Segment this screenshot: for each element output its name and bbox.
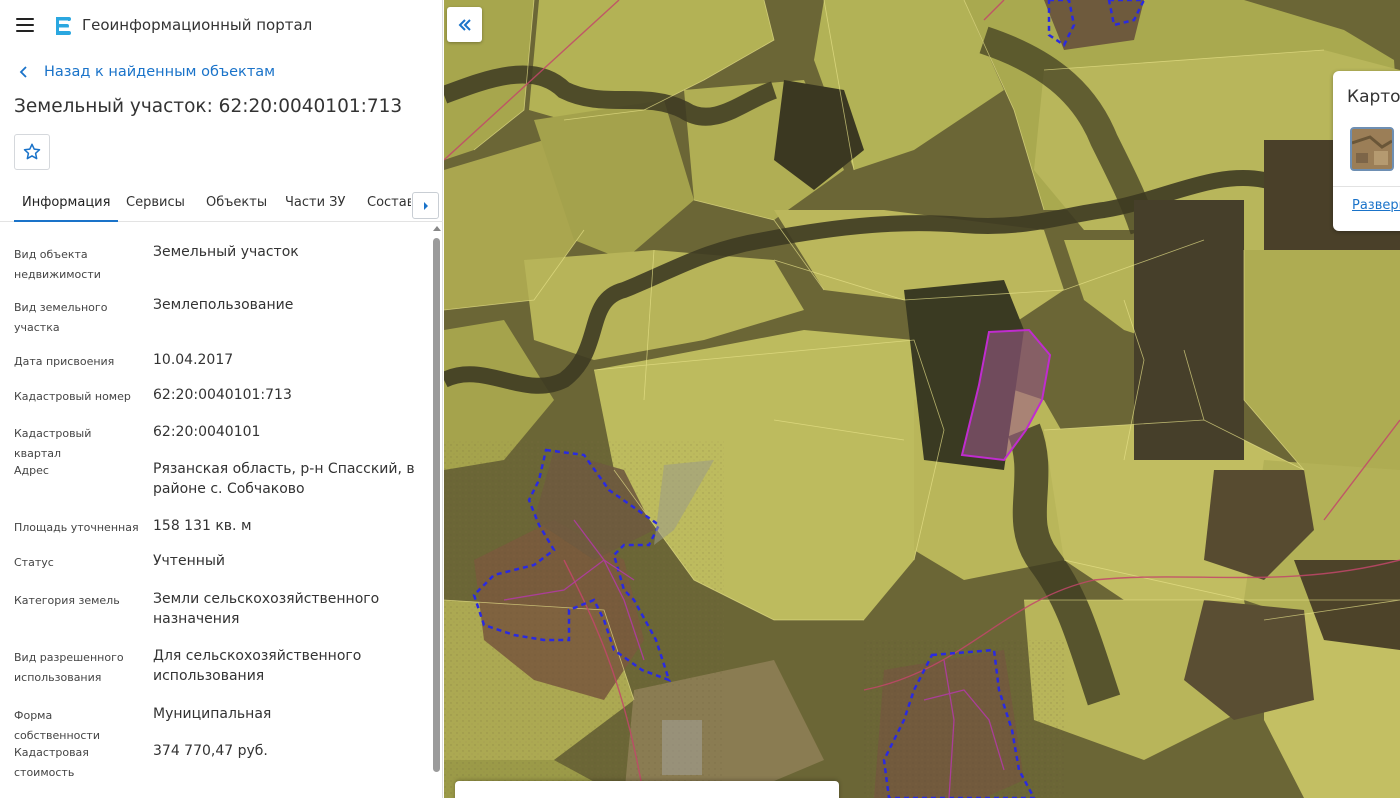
info-label: Кадастровый квартал: [14, 427, 92, 460]
portal-logo-icon: [56, 17, 71, 35]
tab-services[interactable]: Сервисы: [126, 186, 185, 222]
tabs-scroll-right-button[interactable]: [412, 192, 439, 219]
info-value: Рязанская область, р-н Спасский, в район…: [153, 461, 415, 497]
info-value: 158 131 кв. м: [153, 518, 252, 534]
panel-header: Геоинформационный портал: [0, 0, 442, 50]
info-label: Адрес: [14, 464, 49, 477]
basemap-thumbnail[interactable]: [1350, 127, 1394, 171]
double-chevron-left-icon: [458, 18, 471, 31]
info-value: Земельный участок: [153, 244, 299, 260]
star-outline-icon: [23, 143, 41, 160]
info-scrollbar[interactable]: [431, 226, 441, 798]
info-label: Категория земель: [14, 594, 120, 607]
map-view[interactable]: [444, 0, 1400, 798]
info-label: Вид объекта недвижимости: [14, 248, 101, 281]
info-value: 62:20:0040101:713: [153, 387, 292, 403]
info-value: Земли сельскохозяйственного назначения: [153, 591, 380, 627]
object-title: Земельный участок: 62:20:0040101:713: [14, 96, 403, 117]
info-label: Площадь уточненная: [14, 521, 139, 534]
info-label: Вид земельного участка: [14, 301, 108, 334]
info-value: Учтенный: [153, 553, 226, 569]
scroll-thumb[interactable]: [433, 238, 440, 772]
info-value: Для сельскохозяйственного использования: [153, 648, 362, 684]
info-label: Вид разрешенного использования: [14, 651, 124, 684]
map-bottom-panel[interactable]: [455, 781, 839, 798]
back-to-results-link[interactable]: Назад к найденным объектам: [18, 64, 442, 80]
info-value: Муниципальная: [153, 706, 272, 722]
satellite-thumbnail-icon: [1352, 129, 1392, 169]
info-value: 374 770,47 руб.: [153, 743, 268, 759]
tab-information[interactable]: Информация: [14, 186, 119, 222]
back-link-label: Назад к найденным объектам: [44, 64, 276, 80]
basemap-panel: Карто Разверн: [1333, 71, 1400, 231]
tab-objects[interactable]: Объекты: [206, 186, 267, 222]
app-title: Геоинформационный портал: [82, 16, 313, 34]
satellite-imagery: [444, 0, 1400, 798]
info-label: Статус: [14, 556, 54, 569]
tab-composition[interactable]: Состав: [367, 186, 411, 222]
info-list: Вид объекта недвижимости Земельный участ…: [0, 223, 430, 798]
info-label: Форма собственности: [14, 709, 100, 742]
tab-parts[interactable]: Части ЗУ: [285, 186, 345, 222]
favorite-button[interactable]: [14, 134, 50, 170]
info-label: Дата присвоения: [14, 355, 115, 368]
basemap-expand-link[interactable]: Разверн: [1352, 198, 1400, 213]
info-label: Кадастровая стоимость: [14, 746, 89, 779]
info-label: Кадастровый номер: [14, 390, 131, 403]
collapse-panel-button[interactable]: [447, 7, 482, 42]
triangle-right-icon: [423, 201, 428, 210]
hamburger-menu-icon[interactable]: [16, 18, 34, 32]
tab-bar: Информация Сервисы Объекты Части ЗУ Сост…: [0, 186, 443, 222]
chevron-left-icon: [19, 66, 27, 78]
basemap-title: Карто: [1347, 87, 1400, 107]
info-value: 10.04.2017: [153, 352, 234, 368]
scroll-up-arrow-icon[interactable]: [433, 226, 441, 231]
info-value: 62:20:0040101: [153, 424, 261, 440]
info-value: Землепользование: [153, 297, 294, 313]
divider: [1333, 186, 1400, 187]
